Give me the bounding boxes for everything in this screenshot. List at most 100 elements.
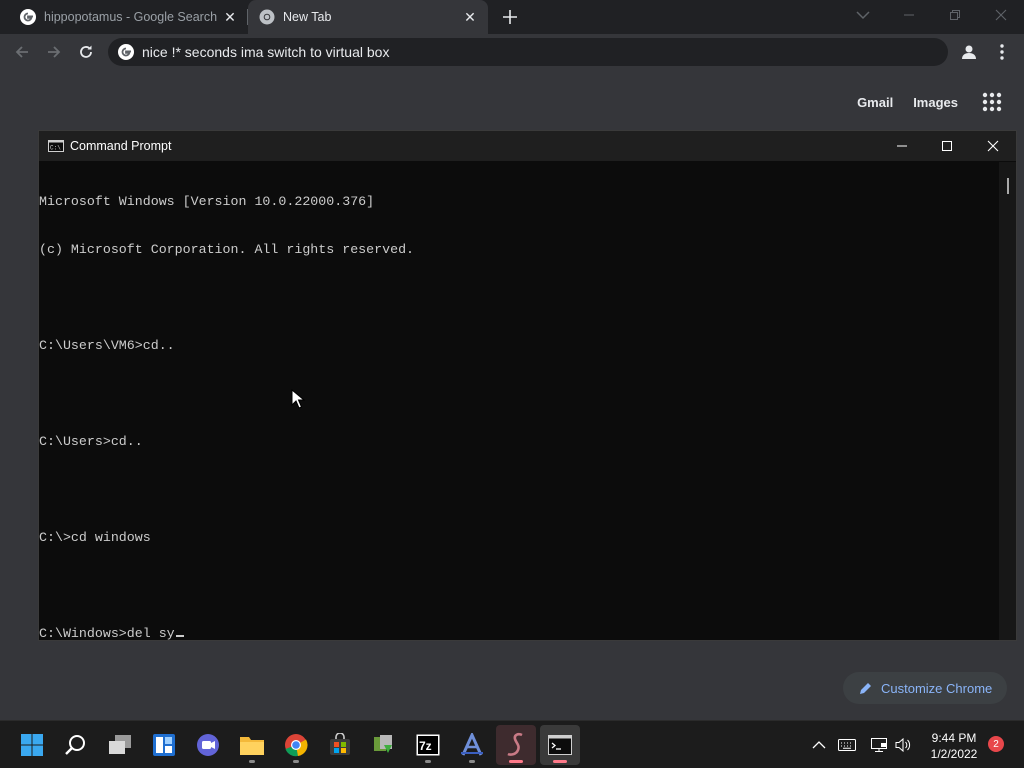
tab-title: New Tab xyxy=(283,10,332,24)
console-input-text[interactable]: C:\Windows>del sy xyxy=(39,626,175,641)
customize-chrome-label: Customize Chrome xyxy=(881,680,993,696)
chrome-taskbar-button[interactable] xyxy=(276,725,316,765)
widgets-button[interactable] xyxy=(144,725,184,765)
chevron-up-icon xyxy=(812,741,826,749)
search-icon xyxy=(65,735,85,755)
close-window-button[interactable] xyxy=(978,0,1024,30)
chrome-toolbar: nice !* seconds ima switch to virtual bo… xyxy=(0,34,1024,70)
clock-time: 9:44 PM xyxy=(931,731,977,745)
profile-button[interactable] xyxy=(955,38,983,66)
7zip-icon: 7z xyxy=(416,734,440,756)
running-indicator xyxy=(553,760,567,763)
reload-button[interactable] xyxy=(72,38,100,66)
close-icon xyxy=(987,140,999,152)
tab-title: hippopotamus - Google Search xyxy=(44,10,218,24)
console-line: C:\>cd windows xyxy=(39,530,151,545)
close-tab-icon[interactable]: ✕ xyxy=(222,9,238,25)
close-icon xyxy=(995,9,1007,21)
tab-hippopotamus-search[interactable]: hippopotamus - Google Search ✕ xyxy=(0,0,248,34)
windows-taskbar: 7z 9:44 PM 1/2/2022 xyxy=(0,720,1024,768)
cmd-scrollbar[interactable] xyxy=(999,162,1016,640)
ntp-header-links: Gmail Images xyxy=(857,92,1004,112)
address-bar-text[interactable]: nice !* seconds ima switch to virtual bo… xyxy=(142,44,389,60)
script-s-app-icon xyxy=(507,732,523,756)
close-tab-icon[interactable]: ✕ xyxy=(462,9,478,25)
new-tab-button[interactable] xyxy=(498,5,522,29)
cmd-console-output[interactable]: Microsoft Windows [Version 10.0.22000.37… xyxy=(39,162,999,674)
store-bag-icon xyxy=(330,733,350,755)
svg-text:C:\: C:\ xyxy=(50,145,61,152)
taskbar-clock[interactable]: 9:44 PM 1/2/2022 xyxy=(922,730,986,762)
text-cursor xyxy=(175,635,184,637)
command-prompt-window[interactable]: C:\ Command Prompt Microsoft Windows [Ve… xyxy=(38,130,1017,641)
plus-icon xyxy=(503,10,517,24)
running-indicator xyxy=(469,760,475,763)
widgets-icon xyxy=(153,734,175,756)
chrome-menu-button[interactable] xyxy=(988,38,1016,66)
tab-new-tab[interactable]: New Tab ✕ xyxy=(248,0,488,34)
speaker-icon xyxy=(895,737,911,753)
clock-date: 1/2/2022 xyxy=(930,747,978,761)
gmail-link[interactable]: Gmail xyxy=(857,95,893,110)
console-input-line[interactable]: C:\Windows>del sy xyxy=(39,626,999,642)
cmd-window-title: Command Prompt xyxy=(70,139,172,153)
teams-chat-button[interactable] xyxy=(188,725,228,765)
back-arrow-icon xyxy=(15,46,28,58)
maximize-icon xyxy=(942,141,952,151)
tab-search-chevron-icon[interactable] xyxy=(853,7,873,23)
app-s-button[interactable] xyxy=(496,725,536,765)
windows-logo-icon xyxy=(21,734,43,756)
show-hidden-icons-button[interactable] xyxy=(810,735,828,755)
minimize-icon xyxy=(897,145,907,147)
forward-arrow-icon xyxy=(48,46,61,58)
running-indicator xyxy=(293,760,299,763)
app-a-button[interactable] xyxy=(452,725,492,765)
command-prompt-icon: C:\ xyxy=(48,140,64,152)
address-bar[interactable]: nice !* seconds ima switch to virtual bo… xyxy=(108,38,948,66)
keyboard-layout-button[interactable] xyxy=(836,735,858,755)
7zip-button[interactable]: 7z xyxy=(408,725,448,765)
archive-app-icon xyxy=(374,735,392,753)
images-link[interactable]: Images xyxy=(913,95,958,110)
google-apps-grid-icon[interactable] xyxy=(980,90,1004,114)
console-line: (c) Microsoft Corporation. All rights re… xyxy=(39,242,415,257)
taskbar-search-button[interactable] xyxy=(56,725,96,765)
archive-tool-button[interactable] xyxy=(364,725,404,765)
console-line: C:\Users\VM6>cd.. xyxy=(39,338,175,353)
chat-icon xyxy=(197,734,219,756)
notification-count-badge[interactable]: 2 xyxy=(988,736,1004,752)
restore-icon xyxy=(950,10,960,20)
file-explorer-button[interactable] xyxy=(232,725,272,765)
task-view-icon xyxy=(109,735,131,754)
chrome-tab-strip: hippopotamus - Google Search ✕ New Tab ✕ xyxy=(0,0,1024,34)
command-prompt-taskbar-button[interactable] xyxy=(540,725,580,765)
network-icon xyxy=(871,738,887,752)
letter-a-app-icon xyxy=(461,733,483,756)
microsoft-store-button[interactable] xyxy=(320,725,360,765)
folder-icon xyxy=(240,737,264,755)
cmd-minimize-button[interactable] xyxy=(879,131,925,161)
cmd-title-bar[interactable]: C:\ Command Prompt xyxy=(39,131,1016,161)
more-vertical-icon xyxy=(1000,44,1004,60)
scrollbar-thumb[interactable] xyxy=(1007,178,1009,194)
minimize-icon xyxy=(904,14,914,16)
command-prompt-icon xyxy=(548,735,572,755)
pencil-icon xyxy=(860,683,871,694)
cmd-close-button[interactable] xyxy=(970,131,1016,161)
restore-button[interactable] xyxy=(932,0,978,30)
cmd-maximize-button[interactable] xyxy=(924,131,970,161)
task-view-button[interactable] xyxy=(100,725,140,765)
forward-button[interactable] xyxy=(40,38,68,66)
running-indicator xyxy=(509,760,523,763)
running-indicator xyxy=(425,760,431,763)
svg-text:7z: 7z xyxy=(419,739,432,753)
minimize-button[interactable] xyxy=(886,0,932,30)
volume-button[interactable] xyxy=(892,735,914,755)
start-button[interactable] xyxy=(12,725,52,765)
back-button[interactable] xyxy=(8,38,36,66)
network-button[interactable] xyxy=(868,735,890,755)
keyboard-icon xyxy=(838,739,856,751)
customize-chrome-button[interactable]: Customize Chrome xyxy=(843,672,1007,704)
